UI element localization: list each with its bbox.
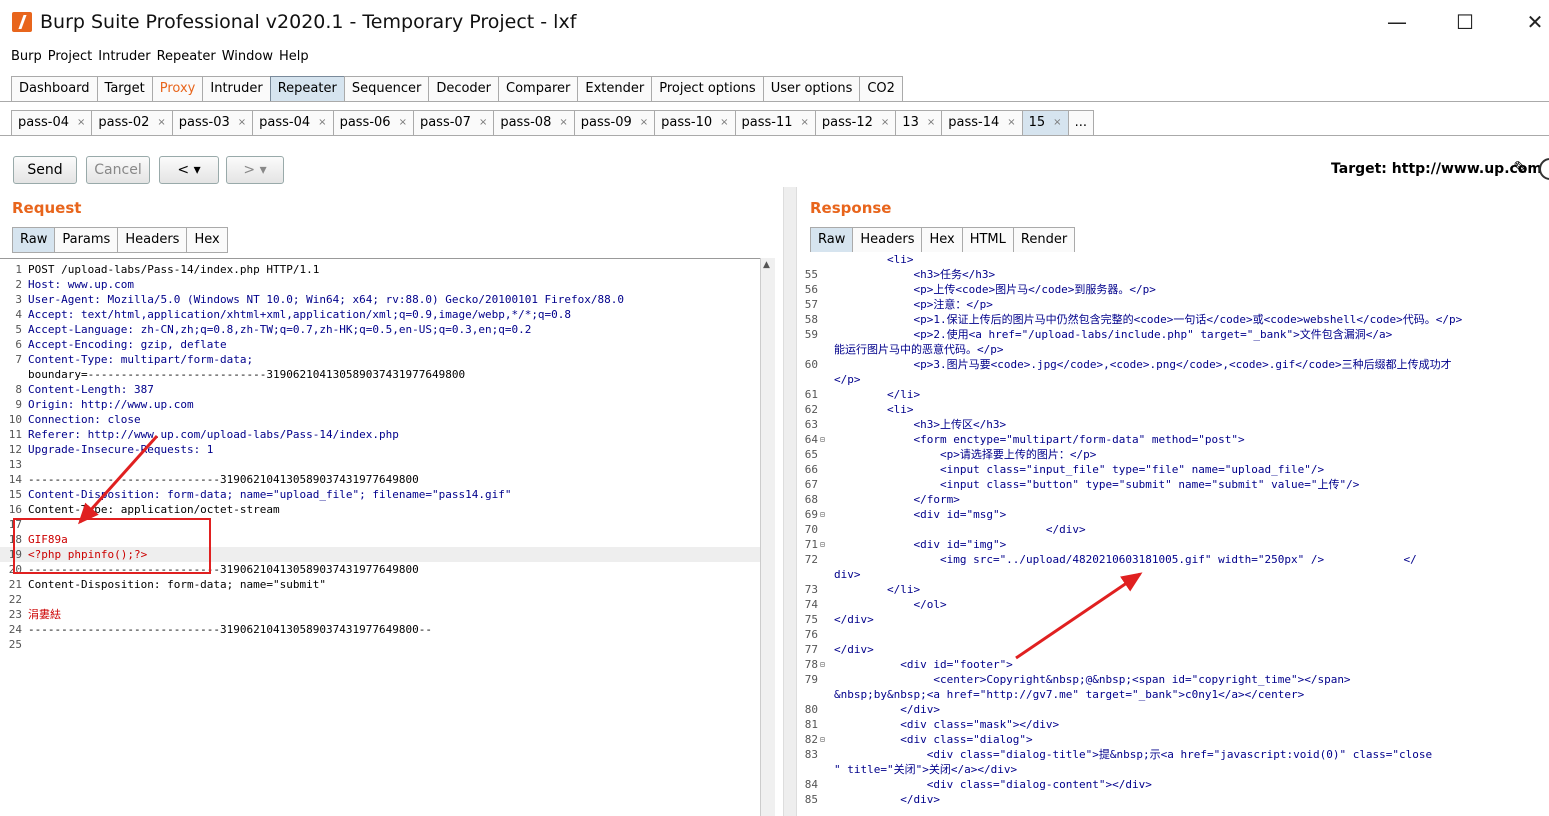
arrow-to-payload: [77, 434, 159, 525]
arrow-to-uploaded-file: [1015, 572, 1143, 660]
burp-window: Burp Suite Professional v2020.1 - Tempor…: [0, 0, 1549, 816]
annotation-arrows: [77, 434, 1143, 660]
